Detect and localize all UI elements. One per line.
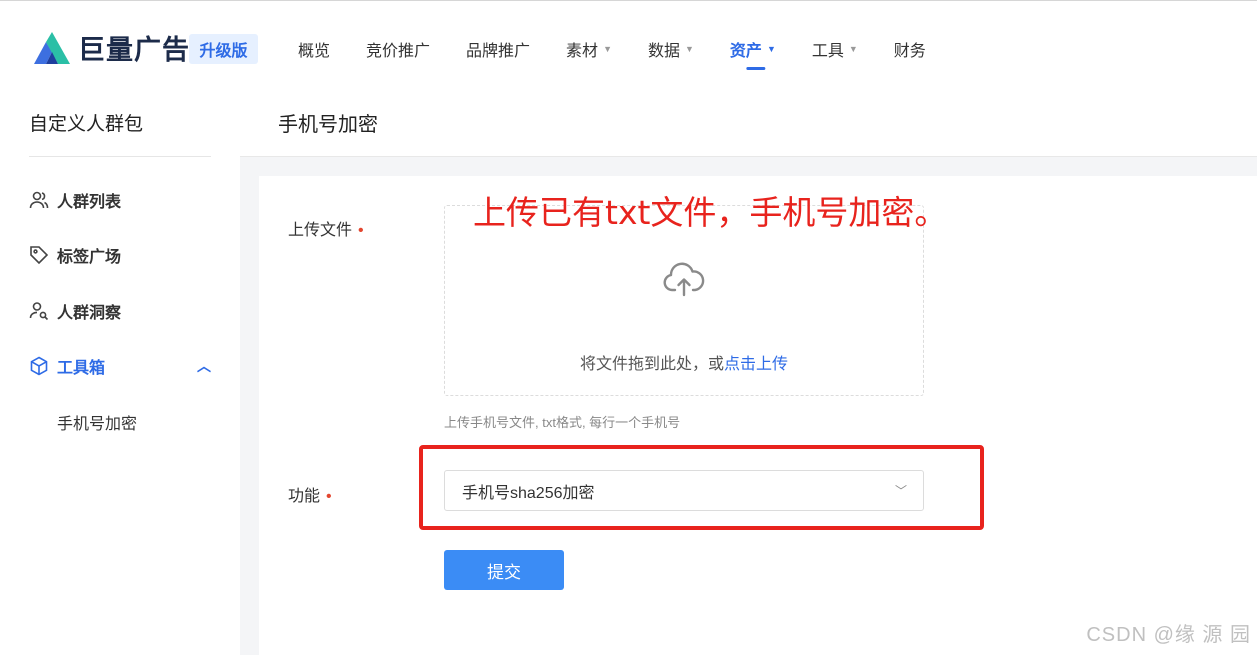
tag-icon bbox=[30, 246, 49, 265]
function-label-text: 功能 bbox=[288, 488, 321, 505]
users-icon bbox=[29, 191, 49, 209]
sidebar-item-audience-insight[interactable]: 人群洞察 bbox=[29, 299, 211, 323]
top-nav-bar: 巨量广告 升级版 概览 竞价推广 品牌推广 素材 ▼ 数据 ▼ 资产 ▼ 工具 ▼ 财务 bbox=[0, 0, 1257, 84]
required-mark: • bbox=[326, 488, 332, 505]
brand-logo[interactable]: 巨量广告 bbox=[32, 28, 190, 67]
main-nav: 概览 竞价推广 品牌推广 素材 ▼ 数据 ▼ 资产 ▼ 工具 ▼ 财务 bbox=[280, 34, 944, 64]
sidebar-item-label: 人群列表 bbox=[57, 194, 122, 211]
sidebar-item-label: 工具箱 bbox=[57, 360, 106, 377]
sidebar: 自定义人群包 人群列表 标签广场 人群洞察 工具箱 ︿ 手机号加密 bbox=[0, 84, 240, 655]
submit-button[interactable]: 提交 bbox=[444, 550, 564, 590]
upload-label-text: 上传文件 bbox=[288, 222, 353, 239]
click-upload-link[interactable]: 点击上传 bbox=[724, 356, 788, 373]
nav-label: 概览 bbox=[298, 43, 331, 60]
nav-label: 资产 bbox=[729, 43, 762, 60]
chevron-up-icon[interactable]: ︿ bbox=[197, 356, 211, 376]
nav-label: 财务 bbox=[893, 43, 926, 60]
required-mark: • bbox=[358, 222, 364, 239]
nav-item-tools[interactable]: 工具 ▼ bbox=[794, 34, 876, 64]
upload-label: 上传文件 • bbox=[288, 216, 364, 240]
caret-down-icon: ▼ bbox=[766, 44, 776, 54]
nav-item-overview[interactable]: 概览 bbox=[280, 34, 348, 64]
sidebar-subitem-phone-encrypt[interactable]: 手机号加密 bbox=[57, 410, 137, 434]
nav-item-bidding[interactable]: 竞价推广 bbox=[348, 34, 448, 64]
nav-item-data[interactable]: 数据 ▼ bbox=[630, 34, 712, 64]
sidebar-divider bbox=[29, 156, 211, 157]
caret-down-icon: ▼ bbox=[685, 44, 694, 54]
nav-item-finance[interactable]: 财务 bbox=[876, 34, 944, 64]
sidebar-title: 自定义人群包 bbox=[29, 114, 144, 135]
nav-label: 竞价推广 bbox=[366, 43, 431, 60]
nav-item-assets[interactable]: 资产 ▼ bbox=[712, 34, 794, 64]
sidebar-item-audience-list[interactable]: 人群列表 bbox=[29, 188, 211, 212]
caret-down-icon: ▼ bbox=[603, 44, 612, 54]
nav-item-material[interactable]: 素材 ▼ bbox=[548, 34, 630, 64]
form-card: 上传文件 • 将文件拖到此处，或点击上传 上传手机号文件, txt格式, 每行一个… bbox=[259, 176, 1257, 655]
sidebar-item-tag-square[interactable]: 标签广场 bbox=[29, 243, 211, 267]
cube-icon bbox=[30, 356, 48, 376]
user-search-icon bbox=[29, 302, 49, 321]
nav-item-brand[interactable]: 品牌推广 bbox=[448, 34, 548, 64]
nav-label: 工具 bbox=[811, 43, 844, 60]
page-title: 手机号加密 bbox=[278, 114, 378, 136]
sidebar-item-label: 人群洞察 bbox=[57, 305, 122, 322]
nav-label: 品牌推广 bbox=[466, 43, 531, 60]
cloud-upload-icon bbox=[663, 262, 705, 297]
highlight-box bbox=[419, 445, 984, 530]
brand-name: 巨量广告 bbox=[78, 35, 190, 65]
logo-icon bbox=[34, 31, 70, 64]
sidebar-item-toolbox[interactable]: 工具箱 ︿ bbox=[29, 354, 211, 378]
sidebar-item-label: 标签广场 bbox=[57, 249, 122, 266]
upload-hint: 上传手机号文件, txt格式, 每行一个手机号 bbox=[444, 415, 681, 430]
function-label: 功能 • bbox=[288, 482, 332, 506]
page-header: 手机号加密 bbox=[240, 84, 1257, 157]
version-badge[interactable]: 升级版 bbox=[189, 34, 258, 64]
upload-text: 将文件拖到此处，或 bbox=[579, 356, 724, 373]
caret-down-icon: ▼ bbox=[848, 44, 858, 54]
nav-label: 数据 bbox=[647, 43, 680, 60]
watermark: CSDN @缘 源 园 bbox=[1086, 624, 1251, 646]
upload-instruction: 将文件拖到此处，或点击上传 bbox=[445, 350, 923, 374]
annotation-text: 上传已有txt文件，手机号加密。 bbox=[473, 193, 948, 232]
nav-label: 素材 bbox=[566, 43, 599, 60]
